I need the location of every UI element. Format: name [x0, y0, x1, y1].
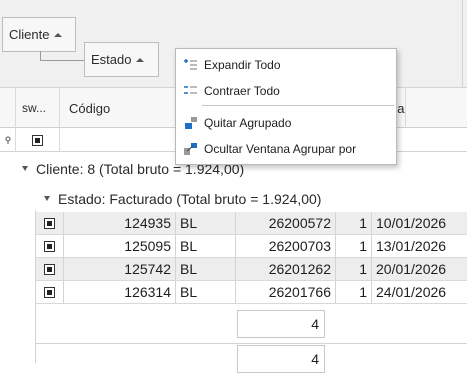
cell-tipo[interactable]: BL — [176, 281, 236, 303]
collapse-all-icon — [184, 86, 197, 94]
menu-item-label: Ocultar Ventana Agrupar por — [204, 142, 357, 156]
cell-fecha[interactable]: 10/01/2026 — [372, 212, 467, 234]
cell-numero[interactable]: 26201262 — [236, 258, 336, 280]
cell-codigo[interactable]: 126314 — [64, 281, 176, 303]
filter-select-all[interactable] — [16, 128, 60, 152]
cell-numero[interactable]: 26200572 — [236, 212, 336, 234]
header-indicator — [0, 88, 16, 128]
group-row-label: Estado: Facturado (Total bruto = 1.924,0… — [58, 190, 322, 207]
table-row[interactable]: 125742 BL 26201262 1 20/01/2026 — [36, 258, 467, 281]
checkbox[interactable] — [44, 240, 55, 252]
cell-qty[interactable]: 1 — [336, 258, 372, 280]
menu-item-label: Contraer Todo — [204, 84, 280, 98]
cell-qty[interactable]: 1 — [336, 235, 372, 257]
cell-numero[interactable]: 26200703 — [236, 235, 336, 257]
menu-item-ungroup[interactable]: Quitar Agrupado — [176, 111, 396, 135]
row-select-cell[interactable] — [36, 258, 64, 280]
group-chip-label: Cliente — [9, 27, 50, 42]
table-row[interactable]: 124935 BL 26200572 1 10/01/2026 — [36, 212, 467, 235]
sort-up-icon — [54, 33, 63, 37]
summary-value: 4 — [311, 351, 319, 367]
cell-fecha[interactable]: 24/01/2026 — [372, 281, 467, 303]
footer-divider — [36, 343, 467, 344]
cell-codigo[interactable]: 125095 — [64, 235, 176, 257]
group-chip-label: Estado — [91, 52, 132, 67]
cell-qty[interactable]: 1 — [336, 212, 372, 234]
cell-tipo[interactable]: BL — [176, 258, 236, 280]
cell-tipo[interactable]: BL — [176, 235, 236, 257]
checkbox[interactable] — [32, 134, 43, 146]
cell-qty[interactable]: 1 — [336, 281, 372, 303]
row-select-cell[interactable] — [36, 235, 64, 257]
expand-arrow-icon[interactable] — [22, 166, 28, 171]
cell-fecha[interactable]: 13/01/2026 — [372, 235, 467, 257]
menu-item-hide-group-panel[interactable]: Ocultar Ventana Agrupar por — [176, 137, 396, 161]
checkbox[interactable] — [44, 286, 55, 298]
column-header-label: sw... — [22, 101, 47, 115]
group-row-estado[interactable]: Estado: Facturado (Total bruto = 1.924,0… — [44, 186, 321, 211]
sort-up-icon — [136, 58, 145, 62]
cell-codigo[interactable]: 125742 — [64, 258, 176, 280]
column-header-label: Código — [69, 100, 111, 116]
cell-fecha[interactable]: 20/01/2026 — [372, 258, 467, 280]
cell-codigo[interactable]: 124935 — [64, 212, 176, 234]
cell-tipo[interactable]: BL — [176, 212, 236, 234]
column-header-selection[interactable]: sw... — [16, 88, 60, 128]
cell-numero[interactable]: 26201766 — [236, 281, 336, 303]
checkbox[interactable] — [44, 263, 55, 275]
filter-pin-icon — [5, 136, 10, 144]
filter-row-indicator — [0, 128, 16, 152]
panel-edge — [462, 0, 463, 88]
menu-item-collapse-all[interactable]: Contraer Todo — [176, 79, 396, 103]
hide-group-panel-icon — [184, 143, 197, 155]
menu-item-label: Quitar Agrupado — [204, 116, 292, 130]
summary-value: 4 — [311, 316, 319, 332]
row-select-cell[interactable] — [36, 212, 64, 234]
group-connector — [40, 60, 84, 61]
group-summary-estado: 4 — [237, 310, 325, 338]
ungroup-icon — [185, 117, 197, 129]
menu-item-expand-all[interactable]: Expandir Todo — [176, 53, 396, 77]
menu-separator — [202, 105, 394, 106]
table-row[interactable]: 125095 BL 26200703 1 13/01/2026 — [36, 235, 467, 258]
expand-arrow-icon[interactable] — [44, 196, 50, 201]
group-chip-estado[interactable]: Estado — [84, 42, 159, 77]
checkbox[interactable] — [44, 217, 55, 229]
row-select-cell[interactable] — [36, 281, 64, 303]
expand-all-icon — [184, 59, 197, 70]
group-chip-cliente[interactable]: Cliente — [2, 17, 76, 52]
table-row[interactable]: 126314 BL 26201766 1 24/01/2026 — [36, 281, 467, 304]
group-summary-cliente: 4 — [237, 345, 325, 373]
menu-item-label: Expandir Todo — [204, 58, 281, 72]
group-panel-context-menu: Expandir Todo Contraer Todo Quitar Agrup… — [175, 48, 397, 165]
